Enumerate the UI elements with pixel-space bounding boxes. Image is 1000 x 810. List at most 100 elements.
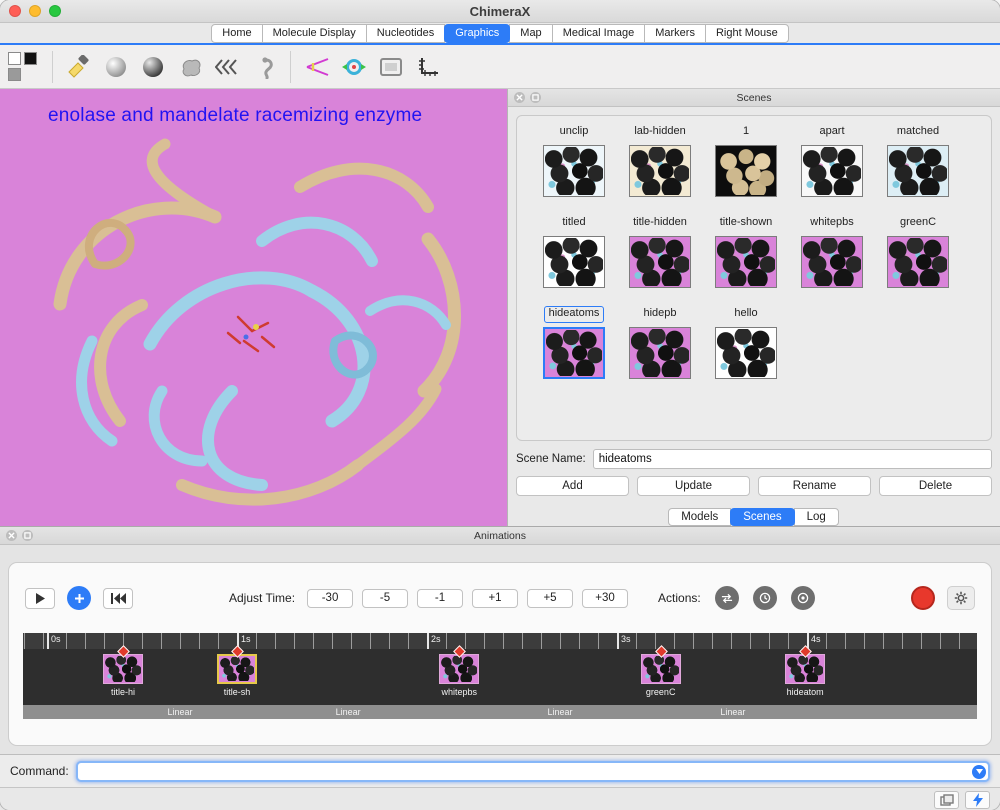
add-button[interactable]: Add [516,476,629,496]
keyframe-thumbnail[interactable] [785,654,825,684]
record-button[interactable] [911,586,935,610]
scene-item-titled[interactable]: titled [531,215,617,288]
swap-keyframes-button[interactable] [715,586,739,610]
scene-thumbnail[interactable] [801,236,863,288]
flashlight-icon [67,55,91,79]
adjust-time--1-button[interactable]: -1 [417,589,463,608]
gray-background-button[interactable] [8,68,21,81]
animation-settings-button[interactable] [947,586,975,610]
delete-button[interactable]: Delete [879,476,992,496]
scene-item-greenc[interactable]: greenC [875,215,961,288]
panel-tab-models[interactable]: Models [668,508,731,526]
scene-thumbnail[interactable] [629,145,691,197]
animation-timeline[interactable]: 0s1s2s3s4s title-hititle-shwhitepbsgreen… [23,633,977,719]
scene-item-title-shown[interactable]: title-shown [703,215,789,288]
scene-thumbnail[interactable] [543,327,605,379]
timeline-ruler[interactable]: 0s1s2s3s4s [23,633,977,649]
close-panel-icon[interactable] [514,92,525,103]
tab-nucleotides[interactable]: Nucleotides [366,24,445,43]
lightning-bolt-icon [973,793,983,807]
adjust-time--5-button[interactable]: -5 [362,589,408,608]
keyframe-thumbnail[interactable] [641,654,681,684]
full-lighting-button[interactable] [138,52,168,82]
rename-button[interactable]: Rename [758,476,871,496]
minimize-window-button[interactable] [29,5,41,17]
scene-thumbnail[interactable] [543,145,605,197]
scene-thumbnail[interactable] [715,145,777,197]
keyframe-thumbnail[interactable] [103,654,143,684]
snapshot-button[interactable] [934,791,959,809]
silhouettes-button[interactable] [249,52,279,82]
animation-editor: Adjust Time: -30-5-1+1+5+30 Actions: [8,562,992,746]
scene-item-hideatoms[interactable]: hideatoms [531,306,617,379]
tab-graphics[interactable]: Graphics [444,24,510,43]
zoom-window-button[interactable] [49,5,61,17]
adjust-time--1-button[interactable]: +1 [472,589,518,608]
flat-lighting-button[interactable] [175,52,205,82]
scene-thumbnail[interactable] [715,327,777,379]
view-all-button[interactable] [339,52,369,82]
adjust-time--30-button[interactable]: -30 [307,589,353,608]
animations-panel: Animations Adjust Time [0,526,1000,754]
retime-button[interactable] [753,586,777,610]
frame-button[interactable] [376,52,406,82]
play-button[interactable] [25,588,55,609]
graphics-viewport[interactable]: enolase and mandelate racemizing enzyme [0,89,508,526]
white-background-button[interactable] [8,52,21,65]
tab-right-mouse[interactable]: Right Mouse [705,24,789,43]
loop-target-button[interactable] [791,586,815,610]
update-button[interactable]: Update [637,476,750,496]
scene-item-title-hidden[interactable]: title-hidden [617,215,703,288]
scene-item-lab-hidden[interactable]: lab-hidden [617,124,703,197]
undock-panel-icon[interactable] [530,92,541,103]
keyframe-thumbnail[interactable] [439,654,479,684]
tab-molecule-display[interactable]: Molecule Display [262,24,367,43]
rewind-button[interactable] [103,588,133,609]
scene-item-apart[interactable]: apart [789,124,875,197]
tick-label: 2s [431,634,441,644]
scene-item-1[interactable]: 1 [703,124,789,197]
scene-label: matched [892,124,944,141]
scene-item-unclip[interactable]: unclip [531,124,617,197]
soft-lighting-button[interactable] [101,52,131,82]
scene-thumbnail[interactable] [801,145,863,197]
tab-map[interactable]: Map [509,24,552,43]
tab-home[interactable]: Home [211,24,262,43]
close-window-button[interactable] [9,5,21,17]
side-view-button[interactable] [302,52,332,82]
scene-thumbnail[interactable] [629,327,691,379]
black-background-button[interactable] [24,52,37,65]
scene-thumbnail[interactable] [887,145,949,197]
panel-tab-scenes[interactable]: Scenes [730,508,794,526]
main-content: enolase and mandelate racemizing enzyme … [0,89,1000,526]
rapid-access-button[interactable] [965,791,990,809]
simple-lighting-button[interactable] [64,52,94,82]
adjust-time--30-button[interactable]: +30 [582,589,628,608]
adjust-time--5-button[interactable]: +5 [527,589,573,608]
shadows-button[interactable] [212,52,242,82]
scene-item-whitepbs[interactable]: whitepbs [789,215,875,288]
scene-item-hidepb[interactable]: hidepb [617,306,703,379]
scene-name-input[interactable] [593,449,992,469]
command-history-dropdown[interactable] [972,765,986,779]
scene-item-hello[interactable]: hello [703,306,789,379]
panel-tab-log[interactable]: Log [794,508,839,526]
scene-thumbnail[interactable] [715,236,777,288]
timeline-keyframes[interactable]: title-hititle-shwhitepbsgreenChideatom [23,649,977,705]
scene-item-matched[interactable]: matched [875,124,961,197]
add-keyframe-button[interactable] [67,586,91,610]
scene-thumbnail[interactable] [629,236,691,288]
play-icon [35,593,45,604]
keyframe-thumbnail[interactable] [217,654,257,684]
keyframe-label: title-sh [197,687,277,697]
command-input[interactable] [76,761,990,782]
close-panel-icon[interactable] [6,530,17,541]
interpolation-label: Linear [167,707,192,717]
orient-axes-button[interactable] [413,52,443,82]
scene-thumbnail[interactable] [887,236,949,288]
tab-medical-image[interactable]: Medical Image [552,24,646,43]
scenes-panel-title: Scenes [508,92,1000,104]
undock-panel-icon[interactable] [22,530,33,541]
tab-markers[interactable]: Markers [644,24,706,43]
scene-thumbnail[interactable] [543,236,605,288]
